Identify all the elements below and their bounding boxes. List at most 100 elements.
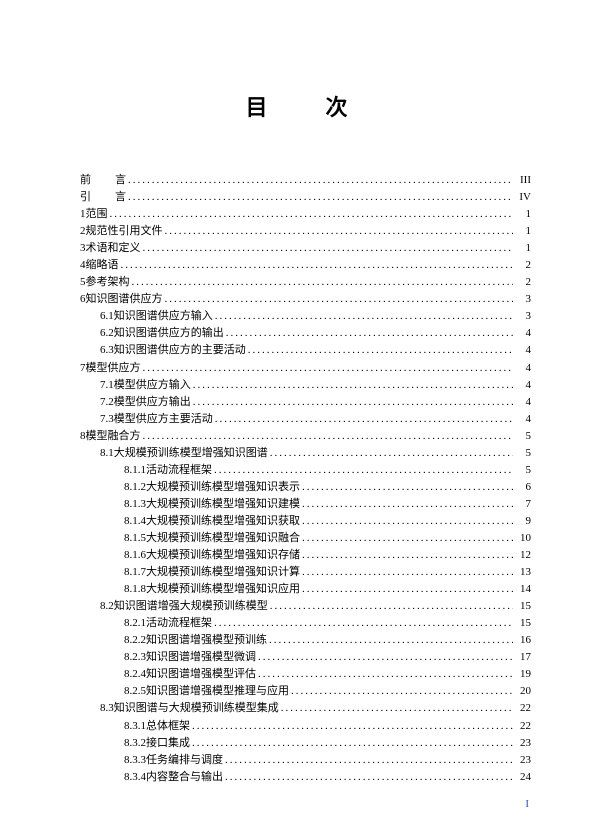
toc-page-number: 23 — [513, 752, 531, 769]
toc-entry: 8.1.4 大规模预训练模型增强知识获取....................… — [80, 513, 531, 530]
toc-page-number: 17 — [513, 649, 531, 666]
toc-label: 模型融合方 — [86, 428, 141, 445]
toc-entry: 7.3 模型供应方主要活动...........................… — [80, 411, 531, 428]
toc-page-number: 15 — [513, 598, 531, 615]
toc-leader-dots: ........................................… — [163, 291, 514, 308]
toc-prefix: 6.3 — [100, 342, 114, 359]
toc-entry: 8.1.6 大规模预训练模型增强知识存储....................… — [80, 547, 531, 564]
toc-page-number: 3 — [513, 308, 531, 325]
toc-page-number: 6 — [513, 479, 531, 496]
toc-page-number: 14 — [513, 581, 531, 598]
toc-label: 大规模预训练模型增强知识存储 — [146, 547, 300, 564]
toc-prefix: 8.3 — [100, 700, 114, 717]
toc-entry: 8 模型融合方.................................… — [80, 428, 531, 445]
toc-label: 知识图谱增强模型微调 — [146, 649, 256, 666]
toc-entry: 4 缩略语...................................… — [80, 257, 531, 274]
toc-label: 模型供应方输出 — [114, 394, 191, 411]
toc-page-number: 1 — [513, 223, 531, 240]
toc-leader-dots: ........................................… — [141, 360, 514, 377]
toc-label: 知识图谱增强模型推理与应用 — [146, 683, 289, 700]
toc-prefix: 7.2 — [100, 394, 114, 411]
toc-leader-dots: ........................................… — [267, 632, 513, 649]
toc-leader-dots: ........................................… — [300, 513, 513, 530]
toc-entry: 6.1 知识图谱供应方输入...........................… — [80, 308, 531, 325]
toc-leader-dots: ........................................… — [213, 308, 513, 325]
toc-label: 术语和定义 — [86, 240, 141, 257]
toc-list: 前言......................................… — [80, 172, 531, 786]
toc-prefix: 6.2 — [100, 325, 114, 342]
toc-page-number: 22 — [513, 718, 531, 735]
toc-leader-dots: ........................................… — [300, 547, 513, 564]
toc-entry: 8.1.1 活动流程框架............................… — [80, 462, 531, 479]
toc-entry: 6.2 知识图谱供应方的输出..........................… — [80, 325, 531, 342]
toc-label: 接口集成 — [146, 735, 190, 752]
toc-entry: 7.2 模型供应方输出.............................… — [80, 394, 531, 411]
toc-page-number: 4 — [513, 377, 531, 394]
toc-prefix: 8.2.2 — [124, 632, 146, 649]
toc-prefix: 8.1.5 — [124, 530, 146, 547]
toc-page-number: 2 — [513, 274, 531, 291]
toc-leader-dots: ........................................… — [279, 700, 513, 717]
toc-label: 大规模预训练模型增强知识图谱 — [114, 445, 268, 462]
toc-entry: 引言......................................… — [80, 189, 531, 206]
toc-page-number: 10 — [513, 530, 531, 547]
toc-leader-dots: ........................................… — [256, 666, 513, 683]
toc-leader-dots: ........................................… — [212, 462, 513, 479]
toc-leader-dots: ........................................… — [190, 735, 513, 752]
toc-entry: 3 术语和定义.................................… — [80, 240, 531, 257]
toc-label: 知识图谱供应方的主要活动 — [114, 342, 246, 359]
toc-entry: 前言......................................… — [80, 172, 531, 189]
toc-page-number: 5 — [513, 445, 531, 462]
toc-page-number: 15 — [513, 615, 531, 632]
toc-prefix: 8.1.4 — [124, 513, 146, 530]
toc-entry: 1 范围....................................… — [80, 206, 531, 223]
toc-leader-dots: ........................................… — [300, 496, 513, 513]
toc-leader-dots: ........................................… — [246, 342, 513, 359]
toc-leader-dots: ........................................… — [141, 240, 514, 257]
toc-label: 知识图谱增强模型预训练 — [146, 632, 267, 649]
toc-entry: 6 知识图谱供应方...............................… — [80, 291, 531, 308]
toc-label: 言 — [115, 189, 126, 206]
toc-label: 大规模预训练模型增强知识获取 — [146, 513, 300, 530]
toc-page-number: 19 — [513, 666, 531, 683]
toc-prefix: 8.1.6 — [124, 547, 146, 564]
toc-page-number: 4 — [513, 325, 531, 342]
toc-page-number: 16 — [513, 632, 531, 649]
toc-leader-dots: ........................................… — [126, 172, 513, 189]
toc-entry: 8.3.4 内容整合与输出...........................… — [80, 769, 531, 786]
toc-prefix: 8.1.7 — [124, 564, 146, 581]
page-title: 目 次 — [80, 90, 531, 122]
toc-page-number: 4 — [513, 360, 531, 377]
toc-page-number: 13 — [513, 564, 531, 581]
toc-prefix: 引 — [80, 189, 115, 206]
toc-leader-dots: ........................................… — [224, 325, 513, 342]
toc-entry: 2 规范性引用文件...............................… — [80, 223, 531, 240]
toc-label: 活动流程框架 — [146, 462, 212, 479]
toc-label: 规范性引用文件 — [86, 223, 163, 240]
toc-prefix: 8.3.1 — [124, 718, 146, 735]
toc-prefix: 8.2.3 — [124, 649, 146, 666]
toc-page-number: 5 — [513, 428, 531, 445]
toc-leader-dots: ........................................… — [300, 530, 513, 547]
toc-label: 模型供应方输入 — [114, 377, 191, 394]
toc-prefix: 前 — [80, 172, 115, 189]
toc-page-number: 4 — [513, 411, 531, 428]
toc-entry: 8.2.2 知识图谱增强模型预训练.......................… — [80, 632, 531, 649]
toc-entry: 6.3 知识图谱供应方的主要活动........................… — [80, 342, 531, 359]
toc-page-number: 4 — [513, 394, 531, 411]
toc-prefix: 8.1.1 — [124, 462, 146, 479]
toc-label: 大规模预训练模型增强知识融合 — [146, 530, 300, 547]
toc-leader-dots: ........................................… — [289, 683, 513, 700]
toc-leader-dots: ........................................… — [191, 394, 513, 411]
toc-prefix: 8.1.2 — [124, 479, 146, 496]
toc-prefix: 8.1.8 — [124, 581, 146, 598]
toc-page-number: 2 — [513, 257, 531, 274]
toc-leader-dots: ........................................… — [223, 769, 513, 786]
toc-entry: 8.1.5 大规模预训练模型增强知识融合....................… — [80, 530, 531, 547]
toc-leader-dots: ........................................… — [130, 274, 514, 291]
toc-entry: 8.2.5 知识图谱增强模型推理与应用.....................… — [80, 683, 531, 700]
toc-label: 模型供应方主要活动 — [114, 411, 213, 428]
toc-prefix: 6.1 — [100, 308, 114, 325]
toc-label: 大规模预训练模型增强知识计算 — [146, 564, 300, 581]
toc-leader-dots: ........................................… — [300, 564, 513, 581]
